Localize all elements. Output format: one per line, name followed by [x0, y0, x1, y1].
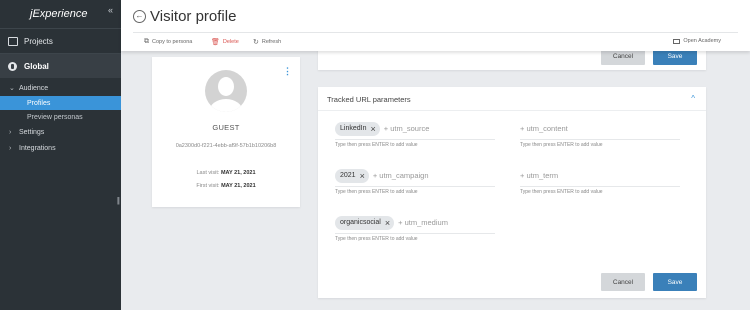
sidebar-item-integrations[interactable]: › Integrations — [0, 140, 121, 156]
cancel-button[interactable]: Cancel — [601, 273, 645, 291]
utm-content-field[interactable]: + utm_content — [520, 118, 680, 140]
delete-button[interactable]: 🗑 Delete — [211, 38, 239, 46]
profile-card: ⋮ GUEST 0a2300d0-f221-4ebb-af9f-57b1b102… — [152, 57, 300, 207]
value-chip: organicsocial × — [335, 215, 395, 230]
utm-source-input[interactable]: + utm_source — [384, 124, 430, 133]
open-academy-button[interactable]: Open Academy — [673, 38, 721, 44]
copy-to-persona-button[interactable]: ⧉ Copy to persona — [144, 38, 192, 46]
chevron-right-icon: › — [9, 144, 12, 152]
utm-source-field[interactable]: LinkedIn × + utm_source — [335, 118, 495, 140]
close-icon[interactable]: × — [385, 218, 390, 228]
value-chip: 2021 × — [335, 168, 369, 183]
refresh-button[interactable]: ↻ Refresh — [253, 38, 281, 46]
close-icon[interactable]: × — [370, 124, 375, 134]
input-hint: Type then press ENTER to add value — [335, 189, 418, 195]
first-visit-value: MAY 21, 2021 — [221, 183, 256, 189]
input-hint: Type then press ENTER to add value — [335, 236, 418, 242]
sidebar-item-label: Preview personas — [27, 113, 83, 121]
utm-content-input[interactable]: + utm_content — [520, 124, 568, 133]
last-visit-value: MAY 21, 2021 — [220, 170, 256, 176]
tracked-url-panel: Tracked URL parameters ^ LinkedIn × + ut… — [318, 87, 706, 298]
header-divider — [133, 32, 738, 33]
brand-logo: jExperience « — [0, 0, 121, 28]
sidebar-item-global[interactable]: Global — [0, 54, 121, 78]
utm-term-field[interactable]: + utm_term — [520, 165, 680, 187]
delete-label: Delete — [222, 39, 239, 45]
utm-campaign-field[interactable]: 2021 × + utm_campaign — [335, 165, 495, 187]
value-chip: LinkedIn × — [335, 121, 380, 136]
sidebar-item-label: Integrations — [19, 144, 56, 152]
refresh-label: Refresh — [261, 39, 282, 45]
last-visit-label: Last visit: — [196, 170, 220, 176]
globe-icon — [8, 61, 17, 71]
chip-label: organicsocial — [340, 219, 381, 226]
sidebar-item-label: Global — [24, 61, 49, 71]
book-icon — [673, 38, 681, 44]
input-hint: Type then press ENTER to add value — [335, 142, 418, 148]
sidebar-item-label: Audience — [19, 84, 49, 92]
chip-label: LinkedIn — [340, 125, 367, 132]
first-visit: First visit: MAY 21, 2021 — [152, 183, 300, 189]
profile-id: 0a2300d0-f221-4ebb-af9f-57b1b10206b8 — [175, 143, 277, 149]
panel-title: Tracked URL parameters — [327, 95, 411, 104]
sidebar-item-projects[interactable]: Projects — [0, 29, 121, 53]
sidebar-item-preview-personas[interactable]: Preview personas — [0, 110, 121, 124]
utm-campaign-input[interactable]: + utm_campaign — [373, 171, 429, 180]
copy-icon: ⧉ — [144, 38, 149, 45]
back-arrow-icon[interactable]: ← — [133, 10, 146, 23]
profile-name: GUEST — [212, 123, 240, 132]
sidebar-item-label: Projects — [24, 36, 53, 46]
page-title: Visitor profile — [150, 8, 237, 25]
chevron-down-icon: ⌄ — [9, 85, 15, 92]
utm-medium-input[interactable]: + utm_medium — [398, 218, 448, 227]
sidebar-resize-handle[interactable]: || — [117, 196, 120, 205]
refresh-icon: ↻ — [253, 39, 259, 46]
collapse-sidebar-icon[interactable]: « — [108, 5, 113, 15]
first-visit-label: First visit: — [196, 183, 220, 189]
chevron-up-icon[interactable]: ^ — [691, 94, 695, 103]
save-button[interactable]: Save — [653, 273, 697, 291]
chip-label: 2021 — [340, 172, 356, 179]
projects-icon — [8, 36, 18, 46]
input-hint: Type then press ENTER to add value — [520, 142, 603, 148]
sidebar-item-label: Settings — [19, 128, 45, 136]
sidebar-item-settings[interactable]: › Settings — [0, 124, 121, 140]
trash-icon: 🗑 — [211, 39, 220, 46]
utm-medium-field[interactable]: organicsocial × + utm_medium — [335, 212, 495, 234]
sidebar-item-audience[interactable]: ⌄ Audience — [0, 80, 121, 96]
last-visit: Last visit: MAY 21, 2021 — [152, 170, 300, 176]
utm-term-input[interactable]: + utm_term — [520, 171, 558, 180]
sidebar: jExperience « Projects Global ⌄ Audience… — [0, 0, 121, 310]
more-options-icon[interactable]: ⋮ — [283, 66, 292, 77]
avatar — [205, 70, 247, 112]
sidebar-item-label: Profiles — [27, 99, 51, 107]
brand-name: jExperience — [30, 8, 88, 20]
sidebar-item-profiles[interactable]: Profiles — [0, 96, 121, 110]
input-hint: Type then press ENTER to add value — [520, 189, 603, 195]
copy-label: Copy to persona — [152, 39, 193, 45]
chevron-right-icon: › — [9, 128, 12, 136]
page-header: ← Visitor profile ⧉ Copy to persona 🗑 De… — [121, 0, 750, 51]
panel-divider — [318, 110, 706, 111]
academy-label: Open Academy — [683, 38, 721, 44]
close-icon[interactable]: × — [360, 171, 365, 181]
